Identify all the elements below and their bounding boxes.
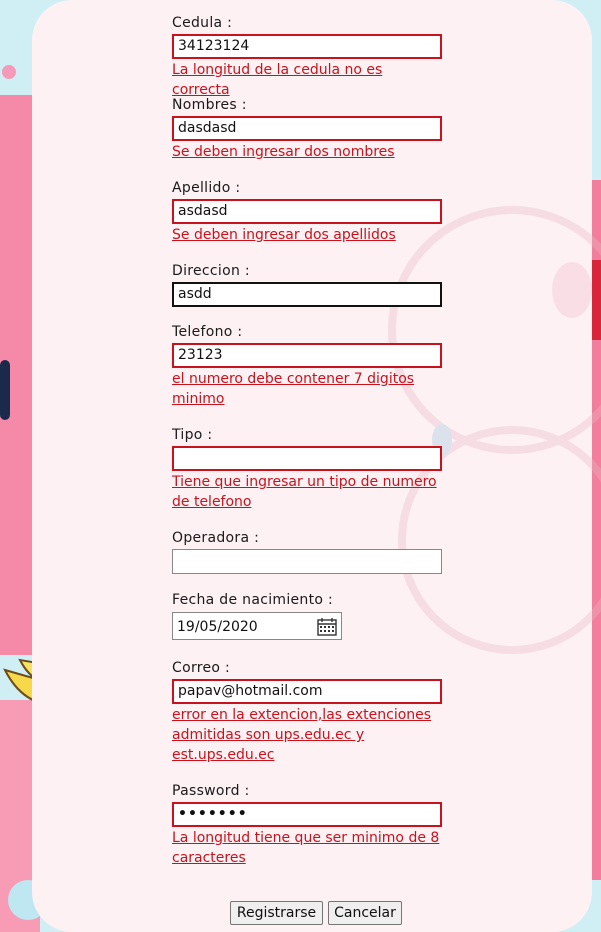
fecha-date-input[interactable]: 19/05/2020 <box>172 612 342 640</box>
cedula-label: Cedula : <box>172 15 233 31</box>
correo-input[interactable]: papav@hotmail.com <box>172 679 442 704</box>
telefono-error-line: minimo <box>172 391 225 407</box>
fecha-label: Fecha de nacimiento : <box>172 592 334 608</box>
tipo-error-line: de telefono <box>172 494 252 510</box>
password-error-line: La longitud tiene que ser minimo de 8 <box>172 830 440 846</box>
tipo-error-line: Tiene que ingresar un tipo de numero <box>172 474 437 490</box>
fecha-value: 19/05/2020 <box>177 619 258 635</box>
correo-error-line: admitidas son ups.edu.ec y <box>172 727 365 743</box>
correo-error-line: error en la extencion,las extenciones <box>172 707 432 723</box>
operadora-input[interactable] <box>172 549 442 574</box>
direccion-input[interactable]: asdd <box>172 282 442 307</box>
password-error: La longitud tiene que ser minimo de 8 ca… <box>172 828 442 868</box>
password-label: Password : <box>172 783 250 799</box>
telefono-error: el numero debe contener 7 digitos minimo <box>172 369 442 409</box>
apellido-error: Se deben ingresar dos apellidos <box>172 227 396 243</box>
operadora-label: Operadora : <box>172 530 260 546</box>
tipo-error: Tiene que ingresar un tipo de numero de … <box>172 472 442 512</box>
apellido-input[interactable]: asdasd <box>172 199 442 224</box>
tipo-input[interactable] <box>172 446 442 471</box>
cedula-input[interactable]: 34123124 <box>172 34 442 59</box>
nombres-input[interactable]: dasdasd <box>172 116 442 141</box>
tipo-label: Tipo : <box>172 427 213 443</box>
telefono-label: Telefono : <box>172 324 243 340</box>
direccion-label: Direccion : <box>172 263 250 279</box>
nombres-error: Se deben ingresar dos nombres <box>172 144 395 160</box>
correo-error: error en la extencion,las extenciones ad… <box>172 705 442 765</box>
nombres-label: Nombres : <box>172 97 247 113</box>
background-decoration <box>0 360 10 420</box>
password-input[interactable]: ••••••• <box>172 802 442 827</box>
background-character-art <box>388 206 601 654</box>
cancel-button[interactable]: Cancelar <box>328 901 402 925</box>
calendar-icon[interactable] <box>317 618 337 636</box>
password-error-line: caracteres <box>172 850 246 866</box>
background-dot <box>2 65 16 79</box>
telefono-error-line: el numero debe contener 7 digitos <box>172 371 415 387</box>
telefono-input[interactable]: 23123 <box>172 343 442 368</box>
apellido-label: Apellido : <box>172 180 241 196</box>
cedula-error: La longitud de la cedula no es correcta <box>172 62 383 98</box>
correo-label: Correo : <box>172 660 231 676</box>
register-button[interactable]: Registrarse <box>230 901 323 925</box>
correo-error-line: est.ups.edu.ec <box>172 747 275 763</box>
